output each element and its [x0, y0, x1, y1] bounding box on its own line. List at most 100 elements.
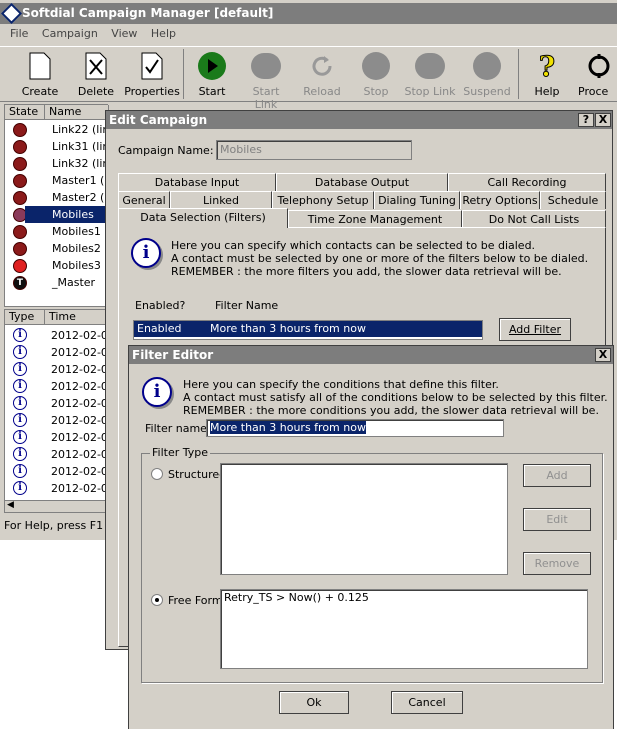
help-question-button[interactable]: ?: [578, 113, 594, 127]
filter-name-column-label: Filter Name: [215, 299, 279, 312]
tab-schedule[interactable]: Schedule: [540, 191, 606, 209]
info-icon: i: [13, 413, 27, 427]
menu-view[interactable]: View: [111, 24, 137, 44]
info-icon: i: [13, 328, 27, 342]
log-row[interactable]: i 2012-02-03: [5, 429, 115, 446]
remove-condition-button[interactable]: Remove: [523, 552, 591, 575]
info-icon: i: [13, 481, 27, 495]
add-filter-button[interactable]: Add Filter: [499, 318, 571, 341]
filter-editor-close-button[interactable]: X: [595, 348, 611, 362]
free-form-radio[interactable]: [151, 594, 163, 606]
free-form-textarea[interactable]: Retry_TS > Now() + 0.125: [220, 589, 588, 669]
tab-data-selection[interactable]: Data Selection (Filters): [118, 208, 288, 228]
stop-link-button[interactable]: Stop Link: [404, 51, 456, 98]
start-button[interactable]: Start: [186, 51, 238, 98]
state-indicator-icon: [13, 140, 27, 154]
edit-campaign-title: Edit Campaign: [109, 113, 208, 127]
suspend-button[interactable]: Suspend: [461, 51, 513, 98]
process-icon: [584, 51, 614, 81]
log-row[interactable]: i 2012-02-03: [5, 446, 115, 463]
filter-type-group: Filter Type Structured Add Edit Remove F…: [141, 446, 603, 683]
state-indicator-icon: [13, 123, 27, 137]
time-column-header[interactable]: Time: [45, 310, 109, 325]
campaign-row[interactable]: Master1 (lir: [5, 172, 115, 189]
filter-row[interactable]: Enabled More than 3 hours from now: [134, 321, 482, 337]
reload-icon: [307, 51, 337, 81]
tab-time-zone-management[interactable]: Time Zone Management: [288, 210, 462, 228]
campaign-row[interactable]: Master2 (lir: [5, 189, 115, 206]
tab-database-output[interactable]: Database Output: [276, 173, 448, 191]
state-indicator-icon: [13, 242, 27, 256]
tab-database-input[interactable]: Database Input: [118, 173, 276, 191]
tab-call-recording[interactable]: Call Recording: [448, 173, 606, 191]
campaign-name-field[interactable]: Mobiles: [216, 140, 412, 160]
cancel-button[interactable]: Cancel: [391, 691, 463, 714]
stop-icon: [361, 51, 391, 81]
state-indicator-icon: [13, 174, 27, 188]
campaign-row[interactable]: Mobiles2 (li: [5, 240, 115, 257]
scroll-left-icon[interactable]: ◀: [7, 500, 14, 510]
campaign-name: Mobiles3: [52, 259, 101, 272]
edit-condition-button[interactable]: Edit: [523, 508, 591, 531]
log-row[interactable]: i 2012-02-03: [5, 463, 115, 480]
tab-linked-campaigns[interactable]: Linked Campaigns: [170, 191, 272, 224]
name-column-header[interactable]: Name: [45, 105, 109, 120]
log-row[interactable]: i 2012-02-03: [5, 361, 115, 378]
state-indicator-icon: [13, 225, 27, 239]
stop-button[interactable]: Stop: [350, 51, 402, 98]
log-row[interactable]: i 2012-02-03: [5, 327, 115, 344]
tab-general[interactable]: General: [118, 191, 170, 209]
menu-file[interactable]: File: [10, 24, 28, 44]
free-form-label: Free Form: [168, 594, 223, 607]
type-column-header[interactable]: Type: [5, 310, 45, 325]
campaign-row[interactable]: Mobiles1 (li: [5, 223, 115, 240]
tab-retry-options[interactable]: Retry Options: [460, 191, 540, 209]
menu-help[interactable]: Help: [151, 24, 176, 44]
state-column-header[interactable]: State: [5, 105, 45, 120]
structured-conditions-list[interactable]: [220, 463, 508, 575]
suspend-icon: [472, 51, 502, 81]
campaign-name: Mobiles: [25, 206, 109, 223]
state-indicator-icon: T: [13, 276, 27, 290]
start-link-button[interactable]: Start Link: [240, 51, 292, 111]
campaign-row[interactable]: Mobiles3: [5, 257, 109, 274]
tab-telephony-setup[interactable]: Telephony Setup: [272, 191, 374, 209]
campaign-row[interactable]: T _Master: [5, 274, 109, 291]
menu-campaign[interactable]: Campaign: [42, 24, 98, 44]
info-icon: i: [13, 379, 27, 393]
info-icon: i: [13, 464, 27, 478]
add-condition-button[interactable]: Add: [523, 464, 591, 487]
filter-editor-titlebar: Filter Editor: [129, 346, 613, 364]
tab-do-not-call-lists[interactable]: Do Not Call Lists: [462, 210, 606, 228]
create-button[interactable]: Create: [14, 51, 66, 98]
ok-button[interactable]: Ok: [279, 691, 349, 714]
log-list: Type Time i 2012-02-03 i 2012-02-03 i 2012-02…: [4, 309, 115, 513]
filter-list: Enabled More than 3 hours from now: [133, 320, 483, 340]
play-icon: [197, 51, 227, 81]
horizontal-scrollbar[interactable]: ◀: [5, 500, 107, 512]
campaign-row[interactable]: Mobiles: [5, 206, 109, 223]
help-button[interactable]: ? Help: [521, 49, 573, 98]
process-button[interactable]: Proce: [578, 51, 617, 98]
info-icon: i: [13, 345, 27, 359]
filter-name-label: Filter name: [145, 422, 207, 435]
filter-editor-dialog: Filter Editor X i Here you can specify t…: [128, 345, 614, 729]
campaign-row[interactable]: Link22 (link: [5, 121, 116, 138]
log-row[interactable]: i 2012-02-03: [5, 395, 115, 412]
campaign-row[interactable]: Link32 (link: [5, 155, 116, 172]
log-row[interactable]: i 2012-02-03: [5, 412, 115, 429]
filter-info-icon: i: [142, 377, 172, 407]
edit-campaign-close-button[interactable]: X: [595, 113, 611, 127]
delete-button[interactable]: Delete: [70, 51, 122, 98]
tab-dialing-tuning[interactable]: Dialing Tuning: [374, 191, 460, 209]
log-row[interactable]: i 2012-02-03: [5, 378, 115, 395]
log-row[interactable]: i 2012-02-03: [5, 344, 115, 361]
campaign-row[interactable]: Link31 (link: [5, 138, 116, 155]
structured-radio[interactable]: [151, 468, 163, 480]
reload-button[interactable]: Reload: [296, 51, 348, 98]
log-row[interactable]: i 2012-02-03: [5, 480, 115, 497]
document-icon: [25, 51, 55, 81]
info-icon: i: [131, 238, 161, 268]
properties-button[interactable]: Properties: [124, 51, 180, 98]
filter-name-input[interactable]: More than 3 hours from now: [206, 419, 504, 437]
